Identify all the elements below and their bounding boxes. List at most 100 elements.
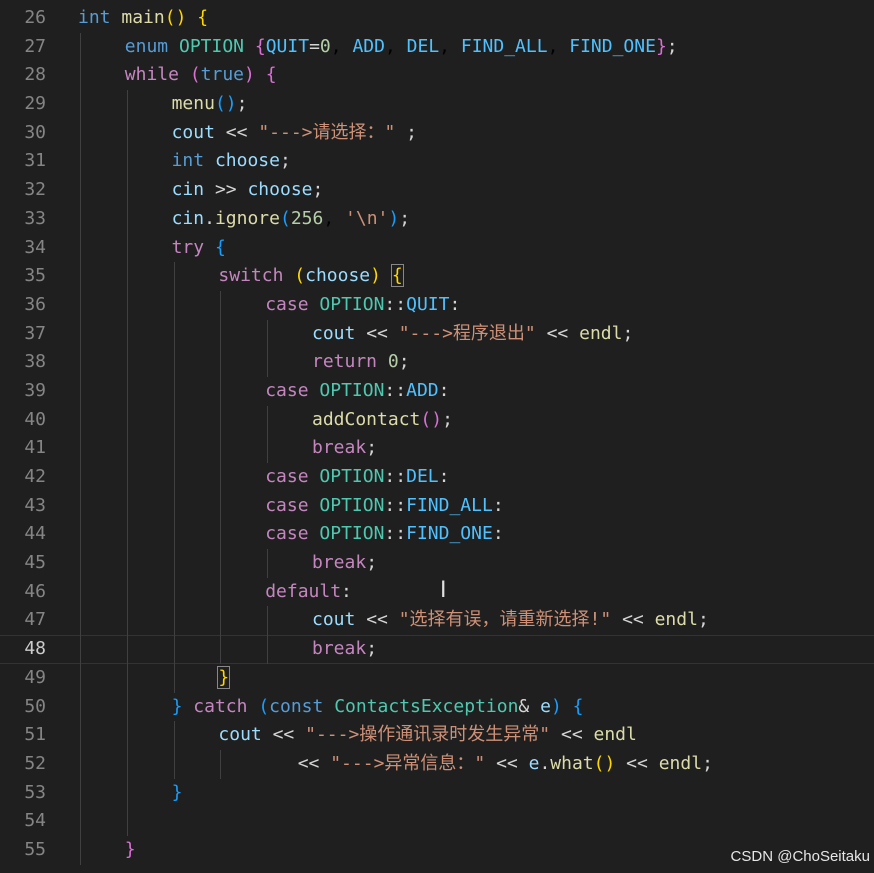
code-line[interactable]: 51 cout << "--->操作通讯录时发生异常" << endl [0,721,874,750]
code-line[interactable]: 47 cout << "选择有误，请重新选择!" << endl; [0,606,874,636]
indent-guide [126,90,128,119]
code-token: return [312,351,378,373]
code-line[interactable]: 48 break; [0,635,874,664]
code-token: break [312,552,367,574]
code-line[interactable]: 32 cin >> choose; [0,176,874,205]
code-line[interactable]: 26 int main() { [0,4,874,33]
indent-guide [80,491,81,521]
line-number: 30 [24,121,46,143]
code-token: catch [193,695,248,717]
indent-guide [220,577,222,607]
code-line[interactable]: 35 switch (choose) { [0,262,874,291]
code-line[interactable]: 38 return 0; [0,348,874,377]
code-token: menu [171,93,215,115]
indent-guide [80,606,81,636]
indent-guide [126,577,128,607]
code-line[interactable]: 44 case OPTION::FIND_ONE: [0,520,874,550]
indent-guide [173,549,175,578]
code-line[interactable]: 33 cin.ignore(256, '\n'); [0,204,874,234]
code-token: ContactsException [334,695,519,717]
code-line[interactable]: 40 addContact(); [0,405,874,435]
code-token: int [78,7,111,28]
code-line[interactable]: 46 default: [0,577,874,607]
code-token: ) [550,695,562,717]
code-token: ; [366,437,378,459]
code-line[interactable]: 36 case OPTION::QUIT: [0,290,874,320]
code-token: { [265,64,277,86]
code-token: true [200,64,245,86]
code-token: "选择有误，请重新选择!" [398,609,612,631]
indent-guide [80,376,81,406]
code-line[interactable]: 34 try { [0,233,874,263]
code-token: FIND_ONE [406,523,493,545]
indent-guide [80,778,81,808]
code-token: endl [593,724,637,746]
code-text: cin.ignore(256, '\n'); [172,205,410,234]
code-token: case [265,466,309,487]
code-editor[interactable]: 26 int main() {27 enum OPTION {QUIT=0, ADD… [0,4,874,865]
code-token: e [528,752,540,774]
indent-guide [80,835,81,865]
code-line[interactable]: 42 case OPTION::DEL: [0,463,874,492]
code-line[interactable]: 52 << "--->异常信息：" << e.what() << endl; [0,749,874,779]
indent-guide [173,290,175,320]
indent-guide [126,807,128,836]
code-token: case [265,494,309,516]
line-number: 43 [24,494,46,516]
code-line[interactable]: 49} [0,663,874,693]
code-token: int [171,150,205,172]
code-token: DEL [406,35,440,57]
code-token: : [341,580,352,602]
code-text: cout << "--->操作通讯录时发生异常" << endl [218,721,636,750]
code-token: break [312,638,367,660]
indent-guide [126,118,128,148]
code-token: case [265,379,309,401]
line-number: 36 [24,293,46,315]
code-line[interactable]: 45 break; [0,549,874,578]
indent-guide [220,348,222,377]
code-line[interactable]: 53} [0,778,874,808]
code-line[interactable]: 30 cout << "--->请选择：" ; [0,118,874,148]
code-token: ( [294,265,306,287]
line-number: 49 [24,666,46,688]
indent-guide [126,147,128,177]
line-number: 40 [24,408,46,430]
indent-guide [220,606,222,636]
code-token: while [124,64,179,86]
line-number: 27 [24,35,46,57]
code-line[interactable]: 29 menu(); [0,90,874,119]
indent-guide [126,176,128,205]
code-line[interactable]: 28 while (true) { [0,61,874,91]
line-number: 48 [24,638,46,660]
code-token: = [309,35,320,57]
indent-guide [80,663,81,693]
code-token: ) [431,408,443,430]
code-line[interactable]: 43 case OPTION::FIND_ALL: [0,491,874,521]
code-line[interactable]: 54 [0,807,874,836]
code-text: addContact(); [312,406,453,435]
code-line[interactable]: 41 break; [0,434,874,463]
line-number: 28 [24,64,46,86]
indent-guide [173,376,175,406]
code-text: int main() { [78,4,208,33]
code-token: << [611,609,655,631]
indent-guide [220,405,222,435]
code-line[interactable]: 31 int choose; [0,147,874,177]
indent-guide [173,606,175,636]
code-line[interactable]: 37 cout << "--->程序退出" << endl; [0,319,874,349]
code-token: ; [366,552,378,574]
line-number: 55 [24,838,46,860]
code-line[interactable]: 50} catch (const ContactsException& e) { [0,692,874,722]
indent-guide [173,663,175,693]
code-line[interactable]: 39 case OPTION::ADD: [0,376,874,406]
code-line[interactable]: 27 enum OPTION {QUIT=0, ADD, DEL, FIND_AL… [0,32,874,62]
code-token: : [492,494,504,516]
indent-guide [80,520,81,550]
code-token: :: [384,466,407,487]
indent-guide [80,147,81,177]
